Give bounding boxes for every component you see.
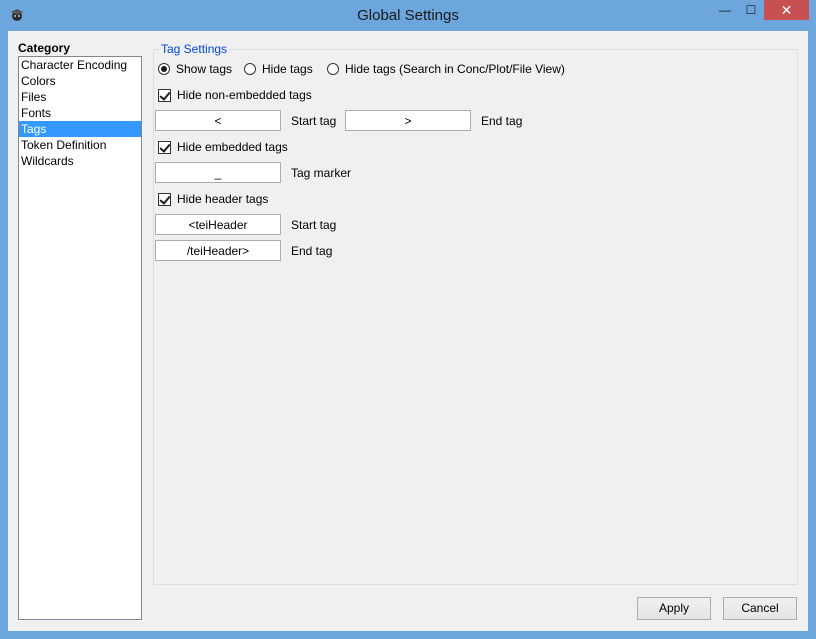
checkbox-icon bbox=[158, 88, 171, 102]
tag-marker-label: Tag marker bbox=[291, 166, 352, 180]
minimize-button[interactable]: — bbox=[712, 0, 738, 20]
close-button[interactable]: ✕ bbox=[764, 0, 809, 20]
global-settings-window: Global Settings — ☐ ✕ Category Character… bbox=[0, 0, 816, 639]
maximize-icon: ☐ bbox=[745, 3, 757, 17]
header-end-tag-label: End tag bbox=[291, 244, 333, 258]
header-end-tag-input[interactable] bbox=[155, 240, 281, 261]
category-item-character-encoding[interactable]: Character Encoding bbox=[19, 57, 141, 73]
hide-tags-label: Hide tags bbox=[262, 62, 313, 76]
category-heading: Category bbox=[18, 41, 71, 55]
close-icon: ✕ bbox=[780, 1, 793, 18]
category-item-colors[interactable]: Colors bbox=[19, 73, 141, 89]
radio-icon bbox=[244, 63, 256, 75]
minimize-icon: — bbox=[719, 3, 731, 17]
non-embedded-start-tag-input[interactable] bbox=[155, 110, 281, 131]
hide-tags-search-label: Hide tags (Search in Conc/Plot/File View… bbox=[345, 62, 565, 76]
category-item-token-definition[interactable]: Token Definition bbox=[19, 137, 141, 153]
radio-icon bbox=[327, 63, 339, 75]
hide-header-checkbox[interactable]: Hide header tags bbox=[158, 192, 268, 206]
show-tags-label: Show tags bbox=[176, 62, 233, 76]
tag-marker-input[interactable] bbox=[155, 162, 281, 183]
window-title: Global Settings bbox=[357, 7, 459, 24]
hide-embedded-label: Hide embedded tags bbox=[177, 140, 288, 154]
tag-settings-group: Tag Settings Show tags Hide tags Hide ta… bbox=[153, 42, 798, 585]
category-item-files[interactable]: Files bbox=[19, 89, 141, 105]
hide-embedded-checkbox[interactable]: Hide embedded tags bbox=[158, 140, 288, 154]
hide-header-label: Hide header tags bbox=[177, 192, 269, 206]
hide-tags-radio[interactable]: Hide tags bbox=[244, 62, 313, 76]
apply-button[interactable]: Apply bbox=[637, 597, 711, 620]
show-tags-radio[interactable]: Show tags bbox=[158, 62, 232, 76]
checkbox-icon bbox=[158, 192, 171, 206]
non-embedded-start-tag-label: Start tag bbox=[291, 114, 337, 128]
header-start-tag-input[interactable] bbox=[155, 214, 281, 235]
maximize-button[interactable]: ☐ bbox=[738, 0, 764, 20]
title-bar[interactable]: Global Settings — ☐ ✕ bbox=[0, 0, 816, 31]
hide-non-embedded-label: Hide non-embedded tags bbox=[177, 88, 312, 102]
radio-icon bbox=[158, 63, 170, 75]
hide-tags-search-radio[interactable]: Hide tags (Search in Conc/Plot/File View… bbox=[327, 62, 565, 76]
checkbox-icon bbox=[158, 140, 171, 154]
category-item-tags[interactable]: Tags bbox=[19, 121, 141, 137]
header-start-tag-label: Start tag bbox=[291, 218, 337, 232]
hide-non-embedded-checkbox[interactable]: Hide non-embedded tags bbox=[158, 88, 312, 102]
category-item-wildcards[interactable]: Wildcards bbox=[19, 153, 141, 169]
non-embedded-end-tag-input[interactable] bbox=[345, 110, 471, 131]
category-list[interactable]: Character Encoding Colors Files Fonts Ta… bbox=[18, 56, 142, 620]
category-item-fonts[interactable]: Fonts bbox=[19, 105, 141, 121]
tag-settings-title: Tag Settings bbox=[159, 42, 230, 56]
non-embedded-end-tag-label: End tag bbox=[481, 114, 523, 128]
cancel-button[interactable]: Cancel bbox=[723, 597, 797, 620]
dialog-client-area: Category Character Encoding Colors Files… bbox=[8, 31, 808, 631]
